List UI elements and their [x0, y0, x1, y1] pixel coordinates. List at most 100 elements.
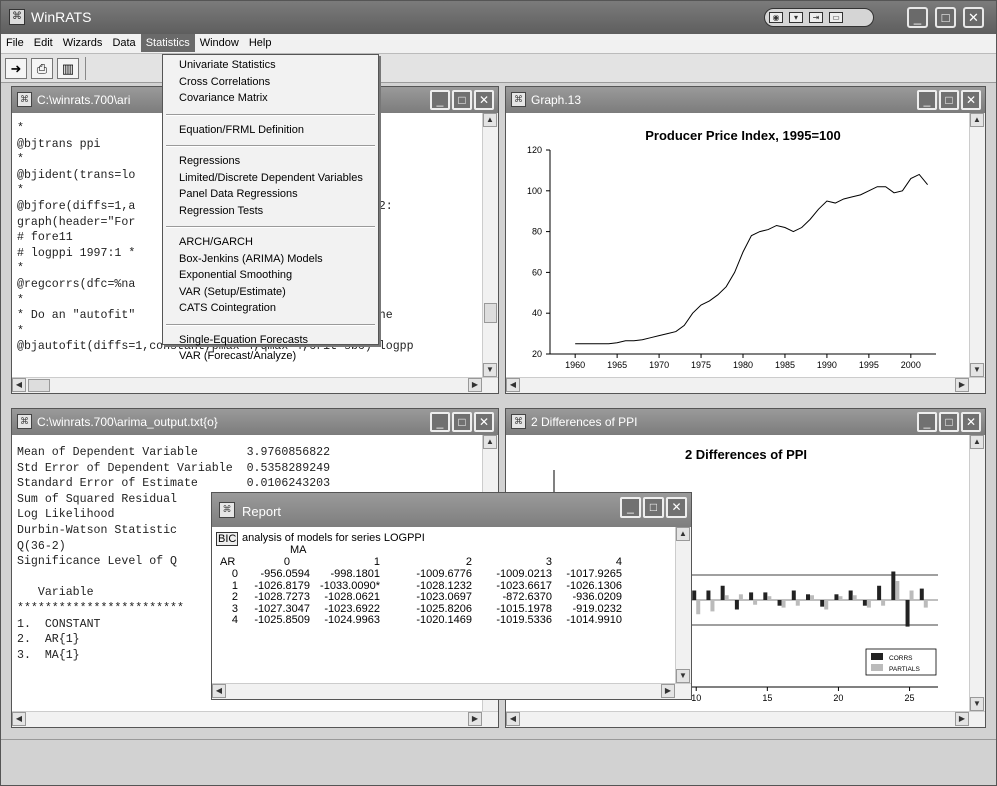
graph13-title-bar[interactable]: ⌘ Graph.13 _ □ ✕ — [506, 87, 985, 113]
table-cell[interactable]: -1028.0621 — [310, 591, 380, 603]
scroll-left-icon[interactable]: ◀ — [12, 378, 26, 392]
scroll-up-icon[interactable]: ▲ — [483, 113, 497, 127]
scroll-right-icon[interactable]: ▶ — [661, 684, 675, 698]
print-icon[interactable]: ⎙ — [31, 58, 53, 79]
export-icon[interactable]: ⇥ — [809, 12, 823, 23]
table-cell[interactable]: -1026.1306 — [552, 580, 622, 592]
graph13-window[interactable]: ⌘ Graph.13 _ □ ✕ Producer Price Index, 199… — [505, 86, 986, 394]
menu-item-limited-discrete-dependent-variables[interactable]: Limited/Discrete Dependent Variables — [179, 172, 363, 184]
menu-item-equation-frml-definition[interactable]: Equation/FRML Definition — [179, 124, 304, 136]
report-title-bar[interactable]: ⌘ Report _ □ ✕ — [212, 493, 691, 527]
table-cell[interactable]: -1023.6617 — [482, 580, 552, 592]
horizontal-scrollbar[interactable]: ◀ ▶ — [212, 683, 691, 699]
scroll-left-icon[interactable]: ◀ — [506, 712, 520, 726]
menu-item-univariate-statistics[interactable]: Univariate Statistics — [179, 59, 276, 71]
scroll-left-icon[interactable]: ◀ — [212, 684, 226, 698]
app-title-bar[interactable]: ⌘ WinRATS ◉ ▾ ⇥ ▭ _ □ ✕ — [1, 1, 996, 34]
minimize-button[interactable]: _ — [430, 90, 450, 110]
maximize-button[interactable]: □ — [643, 497, 664, 518]
output-window-title-bar[interactable]: ⌘ C:\winrats.700\arima_output.txt{o} _ □ ✕ — [12, 409, 498, 435]
scroll-right-icon[interactable]: ▶ — [468, 378, 482, 392]
scroll-left-icon[interactable]: ◀ — [12, 712, 26, 726]
menu-item-regressions[interactable]: Regressions — [179, 155, 240, 167]
differences-title-bar[interactable]: ⌘ 2 Differences of PPI _ □ ✕ — [506, 409, 985, 435]
minimize-app-button[interactable]: _ — [907, 7, 928, 28]
hscroll-thumb[interactable] — [28, 379, 50, 392]
pin-icon[interactable]: ▾ — [789, 12, 803, 23]
vertical-scrollbar[interactable]: ▲ ▼ — [969, 435, 985, 711]
close-button[interactable]: ✕ — [961, 90, 981, 110]
maximize-button[interactable]: □ — [452, 412, 472, 432]
table-cell[interactable]: -936.0209 — [552, 591, 622, 603]
menu-item-covariance-matrix[interactable]: Covariance Matrix — [179, 92, 268, 104]
horizontal-scrollbar[interactable]: ◀ ▶ — [12, 711, 498, 727]
table-cell[interactable]: -1017.9265 — [552, 568, 622, 580]
menu-item-cats-cointegration[interactable]: CATS Cointegration — [179, 302, 276, 314]
table-cell[interactable]: -1014.9910 — [552, 614, 622, 626]
menu-item-box-jenkins-arima-models[interactable]: Box-Jenkins (ARIMA) Models — [179, 253, 323, 265]
scroll-right-icon[interactable]: ▶ — [468, 712, 482, 726]
menu-wizards[interactable]: Wizards — [58, 34, 108, 52]
table-cell[interactable]: -1020.1469 — [402, 614, 472, 626]
maximize-button[interactable]: □ — [939, 412, 959, 432]
menu-help[interactable]: Help — [244, 34, 277, 52]
report-table[interactable]: BIC analysis of models for series LOGPPI… — [212, 527, 691, 699]
bic-cell[interactable]: BIC — [216, 532, 239, 546]
close-button[interactable]: ✕ — [474, 90, 494, 110]
table-cell[interactable]: -1015.1978 — [482, 603, 552, 615]
menu-window[interactable]: Window — [195, 34, 244, 52]
scroll-left-icon[interactable]: ◀ — [506, 378, 520, 392]
table-cell[interactable]: -1028.1232 — [402, 580, 472, 592]
rect-icon[interactable]: ▭ — [829, 12, 843, 23]
maximize-button[interactable]: □ — [452, 90, 472, 110]
menu-item-var-setup-estimate[interactable]: VAR (Setup/Estimate) — [179, 286, 286, 298]
table-cell[interactable]: -1027.3047 — [240, 603, 310, 615]
horizontal-scrollbar[interactable]: ◀ ▶ — [12, 377, 498, 393]
minimize-button[interactable]: _ — [430, 412, 450, 432]
menu-file[interactable]: File — [1, 34, 29, 52]
table-cell[interactable]: -1024.9963 — [310, 614, 380, 626]
table-cell[interactable]: -919.0232 — [552, 603, 622, 615]
horizontal-scrollbar[interactable]: ◀ ▶ — [506, 377, 985, 393]
minimize-button[interactable]: _ — [917, 90, 937, 110]
scroll-up-icon[interactable]: ▲ — [676, 527, 690, 541]
table-cell[interactable]: -1026.8179 — [240, 580, 310, 592]
table-cell[interactable]: -1023.0697 — [402, 591, 472, 603]
scroll-down-icon[interactable]: ▼ — [676, 669, 690, 683]
eye-icon[interactable]: ◉ — [769, 12, 783, 23]
winrats-icon[interactable]: ⌘ — [9, 9, 25, 25]
menu-statistics[interactable]: Statistics — [140, 34, 195, 52]
menu-item-panel-data-regressions[interactable]: Panel Data Regressions — [179, 188, 298, 200]
menu-edit[interactable]: Edit — [29, 34, 58, 52]
minimize-button[interactable]: _ — [917, 412, 937, 432]
close-button[interactable]: ✕ — [474, 412, 494, 432]
scroll-thumb[interactable] — [484, 303, 497, 323]
table-cell[interactable]: -998.1801 — [310, 568, 380, 580]
menu-item-exponential-smoothing[interactable]: Exponential Smoothing — [179, 269, 292, 281]
table-cell[interactable]: -1009.6776 — [402, 568, 472, 580]
table-cell[interactable]: -1033.0090* — [310, 580, 380, 592]
scroll-down-icon[interactable]: ▼ — [483, 363, 497, 377]
vertical-scrollbar[interactable]: ▲ ▼ — [969, 113, 985, 377]
report-window[interactable]: ⌘ Report _ □ ✕ BIC analysis of models for … — [211, 492, 692, 700]
table-cell[interactable]: -1025.8206 — [402, 603, 472, 615]
menu-item-single-equation-forecasts[interactable]: Single-Equation Forecasts — [179, 334, 308, 346]
menu-item-regression-tests[interactable]: Regression Tests — [179, 205, 263, 217]
table-cell[interactable]: -872.6370 — [482, 591, 552, 603]
table-cell[interactable]: -1023.6922 — [310, 603, 380, 615]
table-cell[interactable]: -1009.0213 — [482, 568, 552, 580]
menu-data[interactable]: Data — [107, 34, 140, 52]
table-cell[interactable]: -1025.8509 — [240, 614, 310, 626]
menu-item-var-forecast-analyze[interactable]: VAR (Forecast/Analyze) — [179, 350, 296, 362]
menu-item-arch-garch[interactable]: ARCH/GARCH — [179, 236, 253, 248]
table-cell[interactable]: -1019.5336 — [482, 614, 552, 626]
scroll-up-icon[interactable]: ▲ — [970, 435, 984, 449]
scroll-up-icon[interactable]: ▲ — [970, 113, 984, 127]
horizontal-scrollbar[interactable]: ◀ ▶ — [506, 711, 985, 727]
table-cell[interactable]: -1028.7273 — [240, 591, 310, 603]
close-app-button[interactable]: ✕ — [963, 7, 984, 28]
scroll-up-icon[interactable]: ▲ — [483, 435, 497, 449]
menu-item-cross-correlations[interactable]: Cross Correlations — [179, 76, 270, 88]
close-button[interactable]: ✕ — [666, 497, 687, 518]
scroll-right-icon[interactable]: ▶ — [955, 378, 969, 392]
